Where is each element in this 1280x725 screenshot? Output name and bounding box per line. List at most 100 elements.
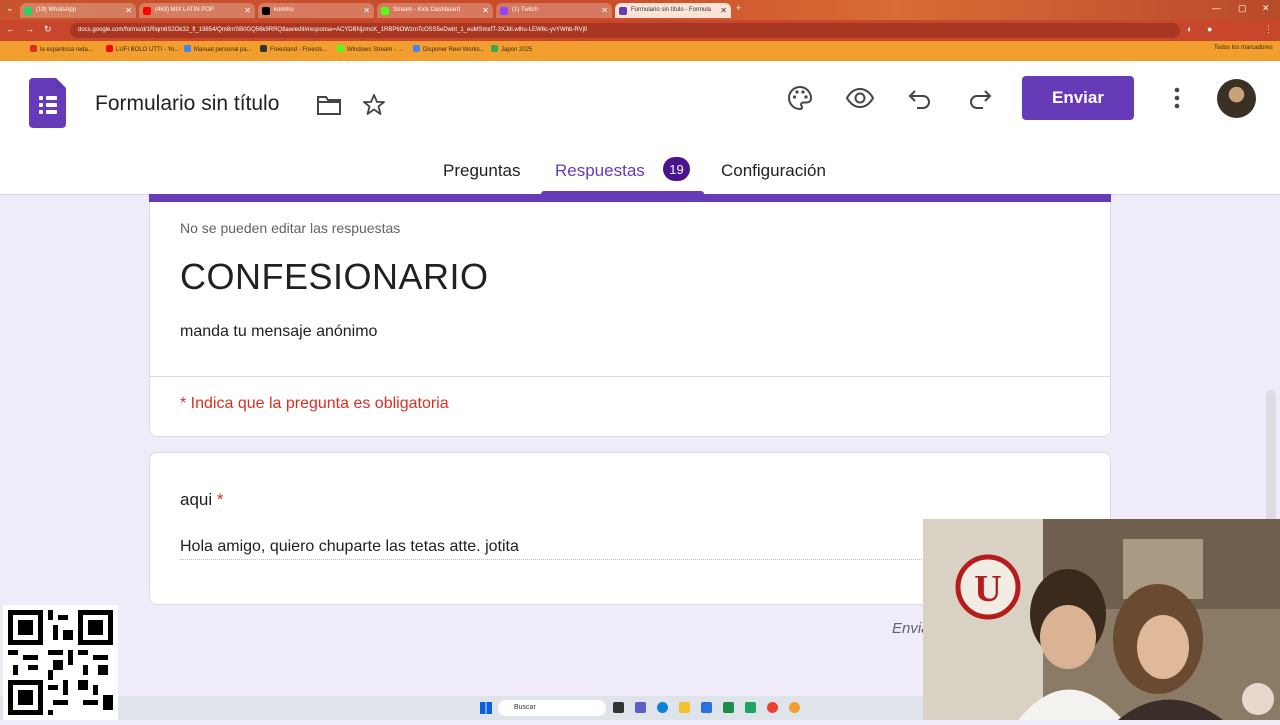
google-forms-logo-icon[interactable] [29,78,66,128]
required-asterisk: * [216,490,224,509]
folder-icon[interactable] [309,85,349,125]
tab-configuracion[interactable]: Configuración [721,161,826,181]
search-placeholder: Buscar [514,704,536,711]
task-view-icon[interactable] [613,702,624,713]
url-input[interactable]: docs.google.com/forms/d/1Rlqm6S2Ok32_fl_… [70,23,1180,38]
responses-count-badge: 19 [663,157,690,181]
kick-icon [381,7,389,15]
bookmark[interactable]: Disponer Reel Works... [413,45,485,53]
bookmark[interactable]: LUFI BOLO UTTI - Yo... [106,45,179,53]
tab-preguntas[interactable]: Preguntas [443,161,521,181]
question-text: aqui [180,490,213,509]
close-icon[interactable]: ✕ [363,3,370,18]
logo-line [46,103,57,107]
logo-line [46,96,57,100]
close-icon[interactable]: ✕ [720,3,727,18]
logo-line [39,103,43,107]
webcam-overlay: U [923,519,1280,720]
tab-search-icon[interactable]: ⌄ [6,3,14,14]
close-icon[interactable]: ✕ [601,3,608,18]
accent-bar [149,194,1111,202]
undo-icon[interactable] [900,78,940,118]
kommo-icon [262,7,270,15]
send-button[interactable]: Enviar [1022,76,1134,120]
edge-icon[interactable] [657,702,668,713]
bookmarks-bar: la espantosa reda... LUFI BOLO UTTI - Yo… [0,41,1280,61]
tab-label: (19) WhatsApp [36,7,77,13]
browser-tab-active[interactable]: Formulario sin título - Formula ✕ [615,3,731,18]
bookmark[interactable]: Windows Stream - ... [337,45,403,53]
app-icon[interactable] [745,702,756,713]
bookmark-label: Windows Stream - ... [347,47,403,53]
required-note: * Indica que la pregunta es obligatoria [180,395,449,412]
url-text: docs.google.com/forms/d/1Rlqm6S2Ok32_fl_… [78,27,588,33]
close-icon[interactable]: ✕ [482,3,489,18]
new-tab-icon[interactable]: + [736,3,741,13]
bookmark[interactable]: Manual personal pa... [184,45,252,53]
bookmark[interactable]: Japon 2025 [491,45,532,53]
close-icon[interactable]: ✕ [125,3,132,18]
teams-icon[interactable] [635,702,646,713]
bookmark-icon [30,45,37,52]
star-icon[interactable] [354,85,394,125]
more-options-icon[interactable] [1157,78,1197,118]
form-description: manda tu mensaje anónimo [180,323,378,340]
tab-label: (1) Twitch [512,7,538,13]
bookmark[interactable]: la espantosa reda... [30,45,93,53]
browser-tab[interactable]: kommo ✕ [258,3,374,18]
twitch-icon [500,7,508,15]
taskbar-search[interactable]: Buscar [498,700,606,716]
close-window-icon[interactable]: ✕ [1262,3,1270,14]
all-bookmarks[interactable]: Todos los marcadores [1214,45,1273,51]
form-title: CONFESIONARIO [180,256,489,297]
browser-menu-icon[interactable]: ⋮ [1264,24,1273,35]
qr-code [3,605,118,720]
extensions-icon[interactable]: ◐ [1187,24,1192,34]
browser-tab[interactable]: (463) MIX LATIN POP ✕ [139,3,255,18]
avatar[interactable] [1217,79,1256,118]
browser-tab[interactable]: (1) Twitch ✕ [496,3,612,18]
forms-header: Formulario sin título Enviar Preguntas R… [0,61,1280,195]
profile-icon[interactable]: ● [1207,24,1212,34]
google-forms-icon [619,7,627,15]
maximize-icon[interactable]: ▢ [1238,3,1247,14]
document-title[interactable]: Formulario sin título [95,92,279,116]
kick-icon [337,45,344,52]
excel-icon[interactable] [723,702,734,713]
windows-start-icon[interactable] [480,702,492,714]
bookmark[interactable]: Freestand - Freests... [260,45,327,53]
logo-fold [56,78,66,88]
question-label: aqui * [180,490,224,510]
preview-eye-icon[interactable] [840,78,880,118]
address-bar-row: ← → ↻ docs.google.com/forms/d/1Rlqm6S2Ok… [0,20,1280,41]
chrome-icon[interactable] [767,702,778,713]
browser-tab[interactable]: (19) WhatsApp ✕ [20,3,136,18]
form-tabs: Preguntas Respuestas 19 Configuración [0,151,1280,194]
minimize-icon[interactable]: — [1212,3,1221,13]
forward-icon[interactable]: → [25,24,34,34]
tab-label: Stream - Kick Dashboard [393,7,461,13]
file-explorer-icon[interactable] [679,702,690,713]
tab-label: (463) MIX LATIN POP [155,7,214,13]
close-icon[interactable]: ✕ [244,3,251,18]
reload-icon[interactable]: ↻ [44,24,52,35]
bookmark-label: LUFI BOLO UTTI - Yo... [116,47,180,53]
edit-notice: No se pueden editar las respuestas [180,220,401,236]
redo-icon[interactable] [960,78,1000,118]
store-icon[interactable] [701,702,712,713]
answer-text: Hola amigo, quiero chuparte las tetas at… [180,538,519,555]
bookmark-label: Disponer Reel Works... [423,47,485,53]
chrome-profile-icon[interactable] [789,702,800,713]
tab-label: kommo [274,7,294,13]
palette-icon[interactable] [780,78,820,118]
logo-line [39,96,43,100]
sheets-icon [491,45,498,52]
back-icon[interactable]: ← [6,24,15,34]
svg-text:U: U [974,568,1001,610]
logo-line [46,110,57,114]
bookmark-label: Manual personal pa... [194,47,252,53]
bookmark-icon [413,45,420,52]
tab-respuestas[interactable]: Respuestas [555,161,645,181]
docs-icon [184,45,191,52]
browser-tab[interactable]: Stream - Kick Dashboard ✕ [377,3,493,18]
